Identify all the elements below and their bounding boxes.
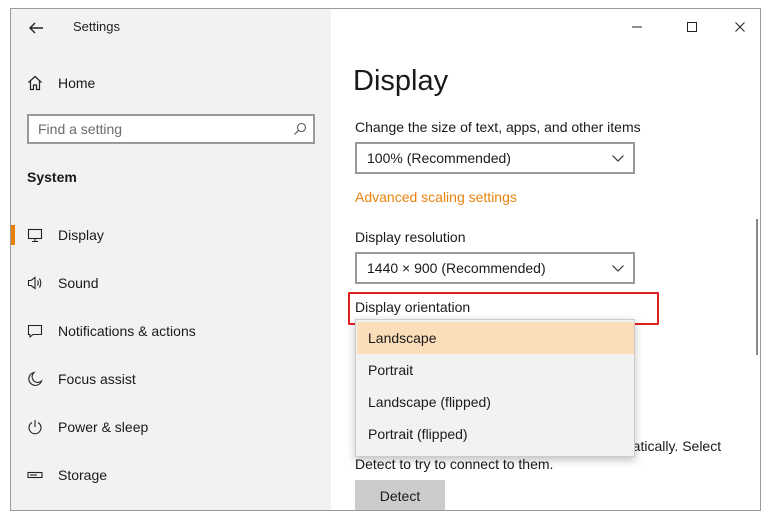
multiple-displays-text-tail: matically. Select (621, 438, 722, 454)
orientation-option-portrait-flipped[interactable]: Portrait (flipped) (357, 418, 634, 450)
sidebar-item-label: Sound (58, 275, 99, 291)
sidebar-item-power-sleep[interactable]: Power & sleep (11, 407, 331, 447)
close-button[interactable] (728, 16, 752, 38)
sidebar-item-focus-assist[interactable]: Focus assist (11, 359, 331, 399)
resolution-label: Display resolution (355, 229, 466, 245)
sidebar-item-label: Power & sleep (58, 419, 149, 435)
home-label: Home (58, 75, 96, 91)
minimize-button[interactable] (625, 16, 649, 38)
sidebar-item-label: Display (58, 227, 104, 243)
maximize-icon (687, 22, 697, 32)
sidebar-item-storage[interactable]: Storage (11, 455, 331, 495)
scrollbar[interactable] (756, 219, 758, 355)
speaker-icon (27, 275, 43, 291)
monitor-icon (27, 227, 43, 243)
power-icon (27, 419, 43, 435)
orientation-option-landscape-flipped[interactable]: Landscape (flipped) (357, 386, 634, 418)
search-icon[interactable] (293, 122, 307, 136)
settings-window: Settings Home System Display S (10, 8, 761, 511)
search-box[interactable] (27, 114, 315, 144)
resolution-value: 1440 × 900 (Recommended) (367, 260, 546, 276)
close-icon (735, 22, 745, 32)
home-icon (28, 75, 42, 91)
scale-dropdown[interactable]: 100% (Recommended) (355, 142, 635, 174)
back-button[interactable] (25, 17, 47, 39)
sidebar-item-home[interactable]: Home (27, 73, 95, 93)
search-input[interactable] (38, 120, 278, 138)
sidebar-item-label: Focus assist (58, 371, 136, 387)
minimize-icon (632, 26, 642, 28)
orientation-option-landscape[interactable]: Landscape (357, 322, 634, 354)
sidebar-item-label: Notifications & actions (58, 323, 196, 339)
main-content: Display Change the size of text, apps, a… (331, 9, 760, 510)
orientation-dropdown-menu: Landscape Portrait Landscape (flipped) P… (355, 319, 635, 457)
sidebar: Settings Home System Display S (11, 9, 331, 510)
chevron-down-icon (612, 265, 624, 272)
detect-button[interactable]: Detect (355, 480, 445, 510)
moon-icon (27, 371, 43, 387)
page-title: Display (353, 65, 449, 97)
orientation-option-portrait[interactable]: Portrait (357, 354, 634, 386)
sidebar-item-notifications[interactable]: Notifications & actions (11, 311, 331, 351)
sidebar-item-label: Storage (58, 467, 108, 483)
chevron-down-icon (612, 155, 624, 162)
sidebar-item-display[interactable]: Display (11, 215, 331, 255)
app-title: Settings (73, 19, 120, 34)
storage-icon (27, 467, 43, 483)
resolution-dropdown[interactable]: 1440 × 900 (Recommended) (355, 252, 635, 284)
notification-icon (27, 323, 43, 339)
sidebar-item-sound[interactable]: Sound (11, 263, 331, 303)
scale-value: 100% (Recommended) (367, 150, 511, 166)
scale-label: Change the size of text, apps, and other… (355, 119, 641, 135)
section-heading-system: System (27, 169, 77, 185)
advanced-scaling-link[interactable]: Advanced scaling settings (355, 189, 517, 205)
multiple-displays-text: Detect to try to connect to them. (355, 456, 554, 472)
back-arrow-icon (29, 22, 43, 34)
maximize-button[interactable] (680, 16, 704, 38)
